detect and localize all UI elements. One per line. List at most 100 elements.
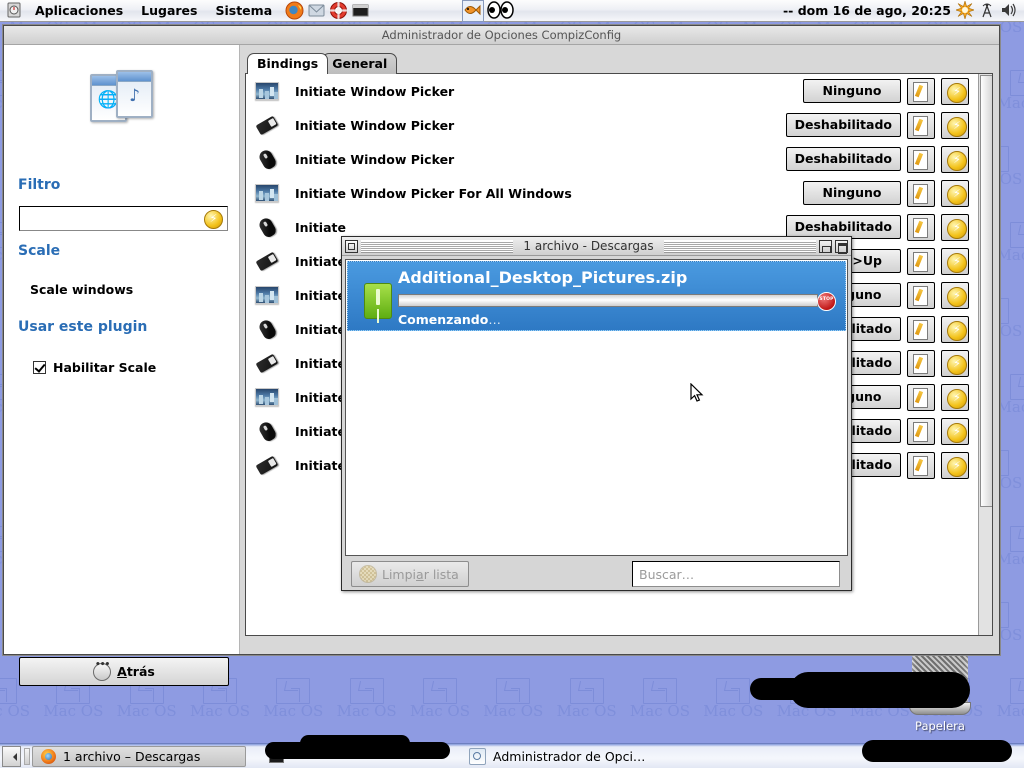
lightning-icon[interactable]: [941, 281, 969, 309]
binding-value-button[interactable]: Deshabilitado: [785, 147, 901, 171]
clock[interactable]: -- dom 16 de ago, 20:25: [783, 3, 955, 18]
help-icon[interactable]: [329, 1, 349, 21]
binding-row[interactable]: Initiate Window Picker For All Windows Ni…: [246, 176, 978, 210]
task-downloads[interactable]: 1 archivo – Descargas: [32, 745, 246, 767]
binding-row[interactable]: Initiate Window Picker Deshabilitado: [246, 142, 978, 176]
downloads-window: 1 archivo - Descargas Additional_Desktop…: [341, 236, 852, 591]
wallpaper-tile: Mac OS: [474, 674, 547, 750]
eyes-icon[interactable]: [486, 0, 516, 21]
mac-os-logo-icon: [1009, 70, 1024, 96]
edit-icon[interactable]: [907, 145, 935, 173]
edit-icon[interactable]: [907, 349, 935, 377]
enable-plugin-checkbox[interactable]: [33, 361, 46, 374]
pencil-page-icon: [913, 421, 928, 442]
back-button-label: Atrás: [117, 664, 155, 679]
edit-icon[interactable]: [907, 383, 935, 411]
filter-input-box[interactable]: [19, 206, 228, 231]
edit-icon[interactable]: [907, 451, 935, 479]
firefox-icon[interactable]: [285, 1, 305, 21]
workspace-switcher-button[interactable]: [2, 745, 21, 767]
mouse-cursor: [690, 382, 704, 403]
mac-os-logo-icon: [642, 678, 677, 704]
lightning-glyph: [947, 82, 967, 103]
pencil-page-icon: [913, 353, 928, 374]
tab-general[interactable]: General: [322, 53, 398, 74]
binding-row[interactable]: Initiate Window Picker Ninguno: [246, 74, 978, 108]
volume-icon[interactable]: [1000, 1, 1020, 21]
lightning-icon[interactable]: [941, 417, 969, 445]
stop-icon[interactable]: [817, 292, 836, 311]
binding-row[interactable]: Initiate Window Picker Deshabilitado: [246, 108, 978, 142]
wallpaper-text: Mac OS: [189, 702, 250, 720]
edit-icon[interactable]: [907, 213, 935, 241]
binding-value-button[interactable]: Ninguno: [803, 181, 901, 205]
mac-os-logo-icon: [1009, 526, 1024, 552]
lightning-icon[interactable]: [204, 210, 223, 229]
tab-bindings[interactable]: Bindings: [247, 53, 329, 74]
mail-icon[interactable]: [307, 1, 327, 21]
search-box[interactable]: [632, 561, 840, 587]
lightning-glyph: [947, 218, 967, 239]
lightning-icon[interactable]: [941, 111, 969, 139]
key-icon: [255, 114, 281, 136]
edit-icon[interactable]: [907, 247, 935, 275]
lightning-icon[interactable]: [941, 145, 969, 173]
scrollbar-thumb[interactable]: [980, 75, 992, 507]
network-icon[interactable]: [978, 1, 998, 21]
task-downloads-label: 1 archivo – Descargas: [63, 748, 201, 764]
maximize-button[interactable]: [835, 239, 848, 254]
mouse-icon: [255, 216, 281, 239]
lightning-glyph: [947, 422, 967, 443]
fish-icon[interactable]: [462, 0, 485, 22]
binding-value-button[interactable]: Deshabilitado: [785, 113, 901, 137]
filter-input[interactable]: [23, 210, 207, 229]
lightning-icon[interactable]: [941, 247, 969, 275]
menu-sistema[interactable]: Sistema: [206, 0, 281, 21]
menu-aplicaciones[interactable]: Aplicaciones: [26, 0, 132, 21]
lightning-icon[interactable]: [941, 383, 969, 411]
lightning-icon[interactable]: [941, 451, 969, 479]
edit-icon[interactable]: [907, 77, 935, 105]
lightning-icon[interactable]: [941, 315, 969, 343]
downloads-window-title: 1 archivo - Descargas: [523, 239, 654, 253]
edit-icon[interactable]: [907, 281, 935, 309]
clear-list-button[interactable]: Limpiar lista: [351, 561, 469, 587]
pencil-page-icon: [913, 251, 928, 272]
menu-lugares[interactable]: Lugares: [132, 0, 206, 21]
screen-icon: [255, 284, 281, 306]
edit-icon[interactable]: [907, 417, 935, 445]
mac-os-logo-icon: [569, 678, 604, 704]
terminal-icon[interactable]: [351, 1, 371, 21]
key-icon: [255, 352, 281, 374]
mouse-icon-glyph: [257, 318, 278, 341]
edit-icon[interactable]: [907, 179, 935, 207]
bindings-scrollbar[interactable]: [978, 74, 992, 635]
firefox-icon: [41, 748, 56, 764]
downloads-titlebar[interactable]: 1 archivo - Descargas: [342, 237, 851, 256]
lightning-icon[interactable]: [941, 77, 969, 105]
wallpaper-text: Mac OS: [263, 702, 324, 720]
minimize-button[interactable]: [819, 239, 832, 253]
screen-icon: [255, 386, 281, 408]
binding-value-button[interactable]: Ninguno: [803, 79, 901, 103]
lightning-icon[interactable]: [941, 213, 969, 241]
titlebar-stripes-right: [663, 239, 816, 253]
binding-label: Initiate Window Picker: [295, 151, 455, 167]
lightning-icon[interactable]: [941, 349, 969, 377]
task-ccsm[interactable]: Administrador de Opci…: [460, 746, 654, 767]
search-input[interactable]: [633, 562, 839, 586]
edit-icon[interactable]: [907, 111, 935, 139]
lightning-icon[interactable]: [941, 179, 969, 207]
clear-list-label: Limpiar lista: [382, 566, 459, 582]
mouse-icon-glyph: [257, 216, 278, 239]
edit-icon[interactable]: [907, 315, 935, 343]
wallpaper-text: Mac OS: [996, 702, 1024, 720]
enable-plugin-row[interactable]: Habilitar Scale: [33, 360, 156, 375]
back-button[interactable]: Atrás: [19, 657, 229, 686]
window-menu-button[interactable]: [345, 239, 358, 253]
sun-icon[interactable]: [955, 0, 976, 21]
download-item[interactable]: Additional_Desktop_Pictures.zip Comenzan…: [347, 261, 846, 331]
mac-os-logo-icon: [496, 678, 531, 704]
broom-icon: [359, 565, 377, 583]
gnome-foot-icon[interactable]: [5, 1, 25, 21]
